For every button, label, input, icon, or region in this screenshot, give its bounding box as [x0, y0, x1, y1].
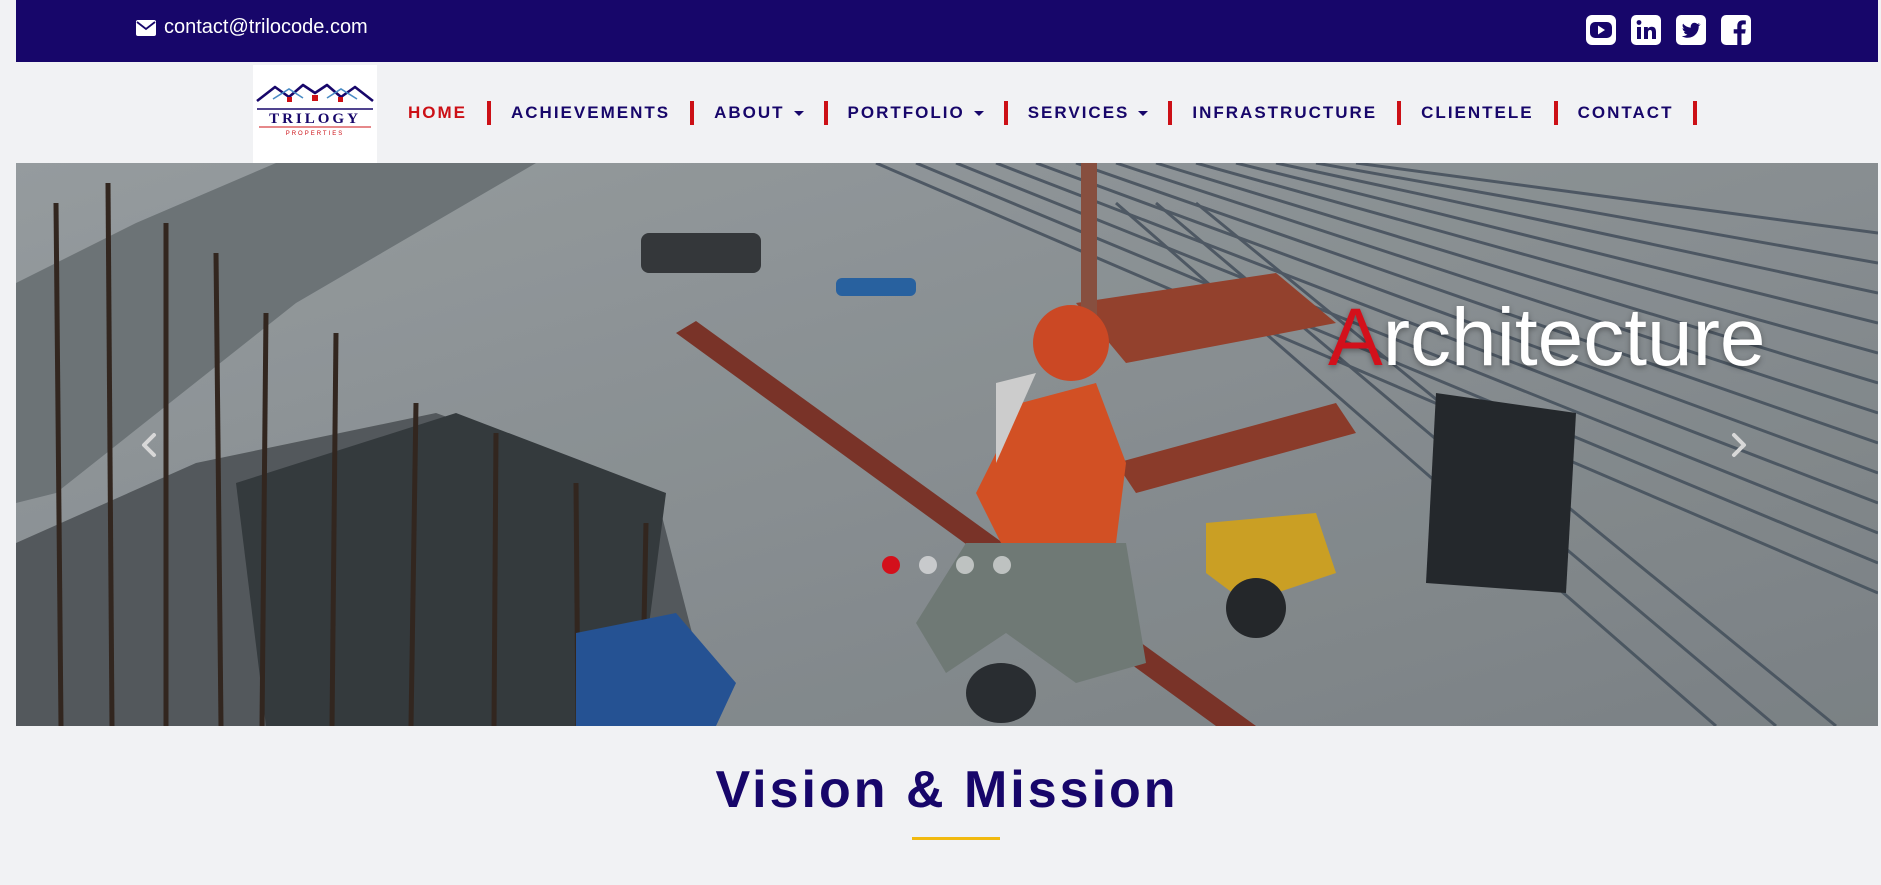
nav-about-label: ABOUT [714, 103, 785, 122]
carousel-indicators [882, 556, 1011, 574]
carousel-next-icon[interactable] [1724, 425, 1754, 465]
email-text: contact@trilocode.com [164, 16, 368, 38]
nav-clientele[interactable]: CLIENTELE [1421, 103, 1533, 123]
construction-site-image [16, 163, 1878, 726]
nav-separator [487, 101, 491, 125]
title-underline [912, 837, 1000, 840]
top-bar: contact@trilocode.com [16, 0, 1878, 62]
nav-services[interactable]: SERVICES [1028, 103, 1149, 123]
nav-separator [823, 101, 828, 125]
nav-achievements[interactable]: ACHIEVEMENTS [511, 103, 670, 123]
nav-home-label: HOME [408, 103, 467, 122]
chevron-down-icon [973, 110, 984, 116]
nav-services-label: SERVICES [1027, 103, 1130, 122]
carousel-prev-icon[interactable] [134, 425, 164, 465]
logo-subtext: PROPERTIES [286, 131, 345, 137]
slide-caption: Architecture [1328, 291, 1766, 385]
email-link[interactable]: contact@trilocode.com [136, 16, 368, 39]
nav-infrastructure-label: INFRASTRUCTURE [1192, 103, 1378, 122]
nav-separator [1553, 101, 1558, 125]
nav-infrastructure[interactable]: INFRASTRUCTURE [1192, 103, 1377, 123]
carousel-dot[interactable] [956, 556, 974, 574]
twitter-icon[interactable] [1675, 14, 1707, 46]
hero-carousel[interactable]: Architecture [16, 163, 1878, 726]
nav-clientele-label: CLIENTELE [1421, 103, 1534, 122]
social-links [1585, 14, 1752, 46]
chevron-down-icon [1138, 110, 1149, 116]
nav-separator [1003, 101, 1008, 125]
nav-separator [1693, 101, 1698, 125]
nav-separator [690, 101, 695, 125]
nav-separator [1397, 101, 1402, 125]
facebook-icon[interactable] [1720, 14, 1752, 46]
carousel-dot[interactable] [919, 556, 937, 574]
nav-separator [1168, 101, 1173, 125]
main-navbar: TRILOGY PROPERTIES HOME ACHIEVEMENTS ABO… [16, 62, 1878, 163]
nav-portfolio[interactable]: PORTFOLIO [848, 103, 984, 123]
linkedin-icon[interactable] [1630, 14, 1662, 46]
carousel-dot[interactable] [993, 556, 1011, 574]
nav-achievements-label: ACHIEVEMENTS [511, 103, 671, 122]
nav-contact[interactable]: CONTACT [1578, 103, 1674, 123]
section-title: Vision & Mission [715, 761, 1179, 819]
caption-first-letter: A [1328, 292, 1383, 383]
carousel-dot[interactable] [882, 556, 900, 574]
logo-text: TRILOGY [269, 111, 361, 127]
chevron-down-icon [793, 110, 804, 116]
site-logo[interactable]: TRILOGY PROPERTIES [253, 65, 377, 163]
page: contact@trilocode.com TRILOGY PROPERTIES… [16, 0, 1878, 885]
logo-graphic: TRILOGY PROPERTIES [256, 83, 374, 137]
nav-home[interactable]: HOME [408, 103, 467, 123]
caption-rest: rchitecture [1382, 292, 1766, 383]
nav-portfolio-label: PORTFOLIO [847, 103, 965, 122]
youtube-icon[interactable] [1585, 14, 1617, 46]
envelope-icon [136, 19, 156, 36]
nav-about[interactable]: ABOUT [714, 103, 804, 123]
main-menu: HOME ACHIEVEMENTS ABOUT PORTFOLIO SERVIC… [408, 101, 1717, 125]
nav-contact-label: CONTACT [1577, 103, 1674, 122]
